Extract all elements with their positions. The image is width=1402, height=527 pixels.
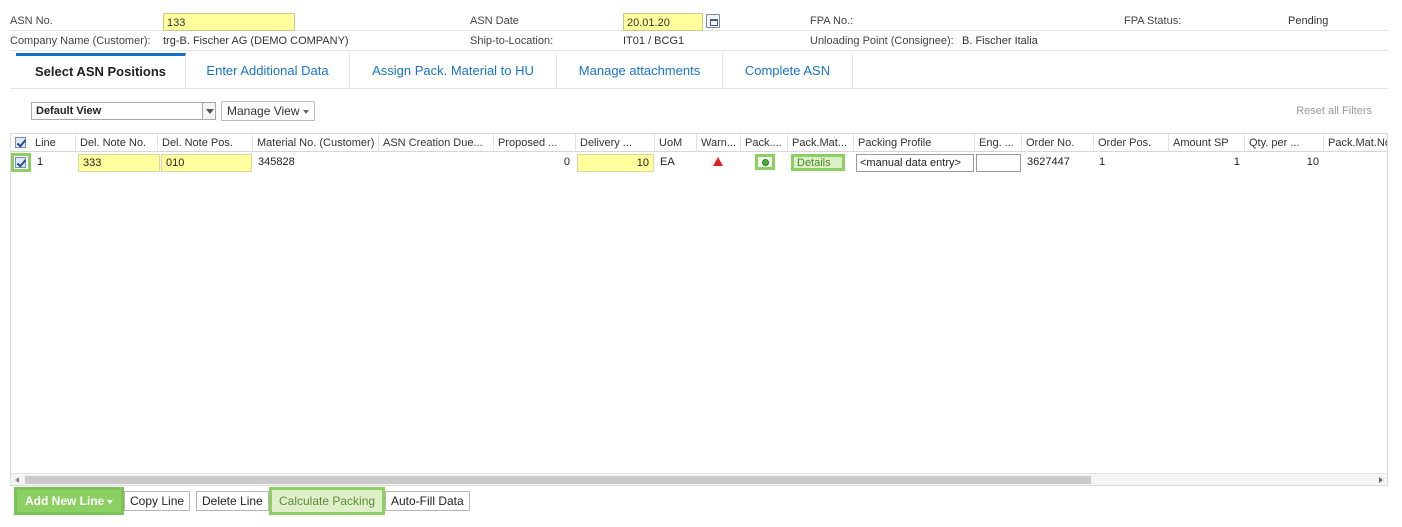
- pack-status-cell[interactable]: [755, 154, 775, 170]
- chevron-down-icon[interactable]: [202, 102, 216, 120]
- add-new-line-label: Add New Line: [25, 494, 105, 508]
- unloading-value: B. Fischer Italia: [962, 35, 1038, 47]
- caret-down-icon: [302, 109, 309, 114]
- table-header: Line Del. Note No. Del. Note Pos. Materi…: [11, 134, 1387, 152]
- copy-line-button[interactable]: Copy Line: [124, 491, 191, 511]
- manage-view-label: Manage View: [227, 104, 300, 118]
- cell-order-pos: 1: [1099, 156, 1106, 168]
- warning-icon[interactable]: [713, 157, 723, 166]
- column-header[interactable]: Qty. per ...: [1245, 134, 1324, 152]
- cell-uom: EA: [660, 156, 675, 168]
- horizontal-scrollbar[interactable]: [11, 473, 1387, 485]
- column-header[interactable]: Del. Note Pos.: [158, 134, 253, 152]
- ship-to-value: IT01 / BCG1: [623, 35, 685, 47]
- column-header[interactable]: UoM: [655, 134, 697, 152]
- column-header[interactable]: Warn...: [697, 134, 741, 152]
- status-ok-icon: [762, 159, 769, 166]
- auto-fill-data-button[interactable]: Auto-Fill Data: [385, 491, 470, 511]
- column-header[interactable]: Eng. ...: [975, 134, 1022, 152]
- asn-positions-table: Line Del. Note No. Del. Note Pos. Materi…: [10, 133, 1388, 486]
- column-header[interactable]: Packing Profile: [854, 134, 975, 152]
- scroll-right-icon[interactable]: [1379, 477, 1383, 483]
- select-all-checkbox[interactable]: [15, 137, 26, 148]
- cell-proposed: 0: [563, 156, 570, 168]
- column-header[interactable]: Pack.Mat...: [788, 134, 854, 152]
- tab-enter-additional-data[interactable]: Enter Additional Data: [186, 53, 350, 88]
- header-row-2: Company Name (Customer): trg-B. Fischer …: [10, 32, 1388, 51]
- scrollbar-thumb[interactable]: [25, 476, 1091, 484]
- column-header[interactable]: Proposed ...: [494, 134, 576, 152]
- column-header[interactable]: Pack....: [741, 134, 788, 152]
- reset-all-filters-link[interactable]: Reset all Filters: [1296, 105, 1372, 117]
- calendar-icon[interactable]: [706, 14, 720, 28]
- cell-material-no: 345828: [258, 156, 295, 168]
- unloading-label: Unloading Point (Consignee):: [810, 35, 954, 47]
- asn-no-label: ASN No.: [10, 15, 53, 27]
- tab-select-asn-positions[interactable]: Select ASN Positions: [16, 53, 186, 88]
- fpa-status-label: FPA Status:: [1124, 15, 1182, 27]
- delete-line-button[interactable]: Delete Line: [196, 491, 269, 511]
- table-row[interactable]: 1 333 010 345828 0 10 EA Details <manual…: [11, 153, 1387, 173]
- del-note-no-input[interactable]: 333: [78, 154, 160, 172]
- tab-assign-pack-material[interactable]: Assign Pack. Material to HU: [350, 53, 557, 88]
- row-select-checkbox[interactable]: [15, 157, 26, 168]
- header-row-1: ASN No. 133 ASN Date 20.01.20 FPA No.: F…: [10, 12, 1388, 31]
- asn-date-field[interactable]: 20.01.20: [623, 13, 703, 31]
- fpa-status-value: Pending: [1288, 15, 1329, 27]
- column-header[interactable]: Del. Note No.: [76, 134, 158, 152]
- company-value: trg-B. Fischer AG (DEMO COMPANY): [163, 35, 349, 47]
- scroll-left-icon[interactable]: [15, 477, 19, 483]
- cell-amount-sp: 1: [1233, 156, 1240, 168]
- pack-mat-details-button[interactable]: Details: [791, 154, 845, 171]
- manage-view-button[interactable]: Manage View: [221, 101, 315, 121]
- column-header[interactable]: ASN Creation Due...: [379, 134, 494, 152]
- column-header[interactable]: Amount SP: [1169, 134, 1245, 152]
- view-select[interactable]: Default View: [31, 102, 215, 120]
- cell-order-no: 3627447: [1027, 156, 1070, 168]
- ship-to-label: Ship-to-Location:: [470, 35, 554, 47]
- calculate-packing-button[interactable]: Calculate Packing: [269, 487, 386, 515]
- packing-profile-select[interactable]: <manual data entry>: [856, 154, 974, 172]
- asn-date-label: ASN Date: [470, 15, 519, 27]
- company-label: Company Name (Customer):: [10, 35, 151, 47]
- column-header[interactable]: Order Pos.: [1094, 134, 1169, 152]
- tab-manage-attachments[interactable]: Manage attachments: [557, 53, 723, 88]
- add-new-line-button[interactable]: Add New Line: [14, 487, 125, 515]
- delivery-qty-input[interactable]: 10: [577, 154, 654, 172]
- caret-down-icon: [107, 499, 114, 504]
- grid-toolbar: Default View Manage View Reset all Filte…: [10, 100, 1388, 122]
- column-header[interactable]: Delivery ...: [576, 134, 655, 152]
- column-header[interactable]: Order No.: [1022, 134, 1094, 152]
- column-header[interactable]: Material No. (Customer): [253, 134, 379, 152]
- column-header[interactable]: Line: [31, 134, 76, 152]
- cell-line: 1: [37, 156, 44, 168]
- eng-input[interactable]: [976, 154, 1021, 172]
- bottom-action-bar: Add New Line Copy Line Delete Line Calcu…: [10, 486, 1388, 516]
- cell-qty-per: 10: [1306, 156, 1319, 168]
- tab-complete-asn[interactable]: Complete ASN: [723, 53, 853, 88]
- cell-asn-creation-due: [380, 154, 494, 172]
- column-header[interactable]: Pack.Mat.No: [1324, 134, 1387, 152]
- del-note-pos-input[interactable]: 010: [161, 154, 252, 172]
- tab-bar: Select ASN Positions Enter Additional Da…: [10, 53, 1388, 89]
- fpa-no-label: FPA No.:: [810, 15, 854, 27]
- asn-no-field[interactable]: 133: [163, 13, 295, 31]
